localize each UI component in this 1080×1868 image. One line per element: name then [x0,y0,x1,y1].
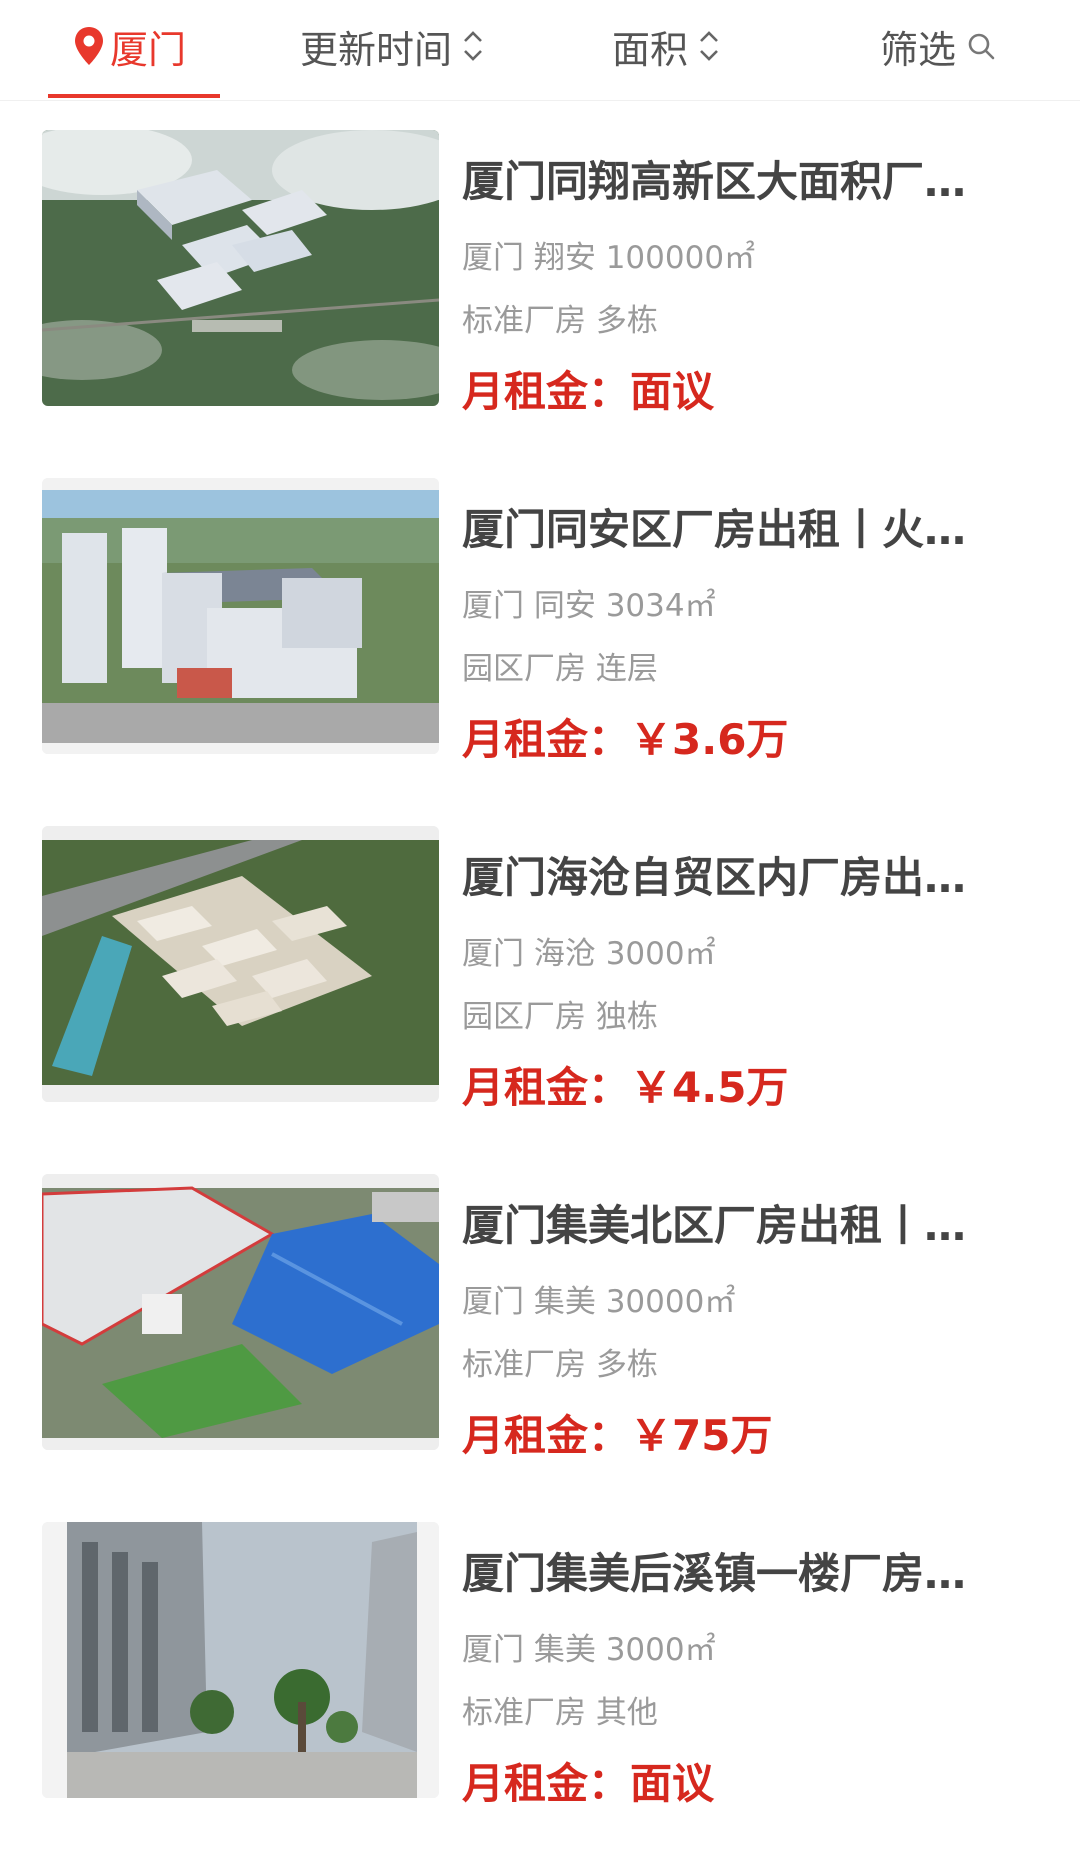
listing-thumbnail [42,478,439,754]
sort-time-label: 更新时间 [300,27,453,72]
listing-rent: 月租金：￥75万 [462,1402,772,1463]
listing-thumbnail [42,130,439,406]
rent-value: ￥75万 [630,1411,773,1460]
listing-rent: 月租金：面议 [462,358,714,419]
rent-value: ￥3.6万 [630,715,789,764]
location-pin-icon [75,27,103,65]
sort-by-area[interactable]: 面积 [612,14,722,78]
filter-bar: 厦门 更新时间 面积 筛选 [0,0,1080,101]
listing-location-area: 厦门 同安 3034㎡ [462,588,716,624]
search-icon [968,33,995,60]
active-tab-indicator [48,94,220,98]
rent-prefix: 月租金： [462,715,631,764]
sort-by-update-time[interactable]: 更新时间 [300,14,486,78]
listing-thumbnail [42,826,439,1102]
listing-type-tags: 园区厂房 独栋 [462,999,658,1035]
listing-location-area: 厦门 海沧 3000㎡ [462,936,716,972]
rent-value: 面议 [630,367,715,416]
listing-card[interactable]: 厦门同安区厂房出租丨火… 厦门 同安 3034㎡ 园区厂房 连层 月租金：￥3.… [0,478,1080,778]
listing-card[interactable]: 厦门集美北区厂房出租丨… 厦门 集美 30000㎡ 标准厂房 多栋 月租金：￥7… [0,1174,1080,1474]
listing-rent: 月租金：￥4.5万 [462,1054,788,1115]
filter-button[interactable]: 筛选 [880,14,996,78]
listing-title: 厦门同安区厂房出租丨火… [462,505,967,554]
rent-value: 面议 [630,1759,715,1808]
listing-location-area: 厦门 翔安 100000㎡ [462,240,756,276]
listing-card[interactable]: 厦门同翔高新区大面积厂… 厦门 翔安 100000㎡ 标准厂房 多栋 月租金：面… [0,130,1080,430]
rent-prefix: 月租金： [462,1411,631,1460]
listing-title: 厦门集美北区厂房出租丨… [462,1201,967,1250]
sort-area-label: 面积 [612,27,689,72]
rent-prefix: 月租金： [462,367,631,416]
listing-title: 厦门同翔高新区大面积厂… [462,157,967,206]
listing-rent: 月租金：￥3.6万 [462,706,788,767]
listing-location-area: 厦门 集美 30000㎡ [462,1284,736,1320]
sort-updown-icon [700,31,718,61]
listing-card[interactable]: 厦门海沧自贸区内厂房出… 厦门 海沧 3000㎡ 园区厂房 独栋 月租金：￥4.… [0,826,1080,1126]
listing-title: 厦门海沧自贸区内厂房出… [462,853,967,902]
sort-updown-icon [464,31,482,61]
listing-type-tags: 标准厂房 多栋 [462,303,658,339]
listing-type-tags: 标准厂房 其他 [462,1695,658,1731]
listing-thumbnail [42,1522,439,1798]
listing-type-tags: 园区厂房 连层 [462,651,658,687]
rent-value: ￥4.5万 [630,1063,789,1112]
city-label: 厦门 [110,27,187,72]
rent-prefix: 月租金： [462,1063,631,1112]
listing-type-tags: 标准厂房 多栋 [462,1347,658,1383]
listing-title: 厦门集美后溪镇一楼厂房… [462,1549,967,1598]
listing-rent: 月租金：面议 [462,1750,714,1811]
city-selector[interactable]: 厦门 [72,14,186,78]
listing-thumbnail [42,1174,439,1450]
rent-prefix: 月租金： [462,1759,631,1808]
listing-location-area: 厦门 集美 3000㎡ [462,1632,716,1668]
filter-label: 筛选 [880,27,957,72]
listing-card[interactable]: 厦门集美后溪镇一楼厂房… 厦门 集美 3000㎡ 标准厂房 其他 月租金：面议 [0,1522,1080,1822]
